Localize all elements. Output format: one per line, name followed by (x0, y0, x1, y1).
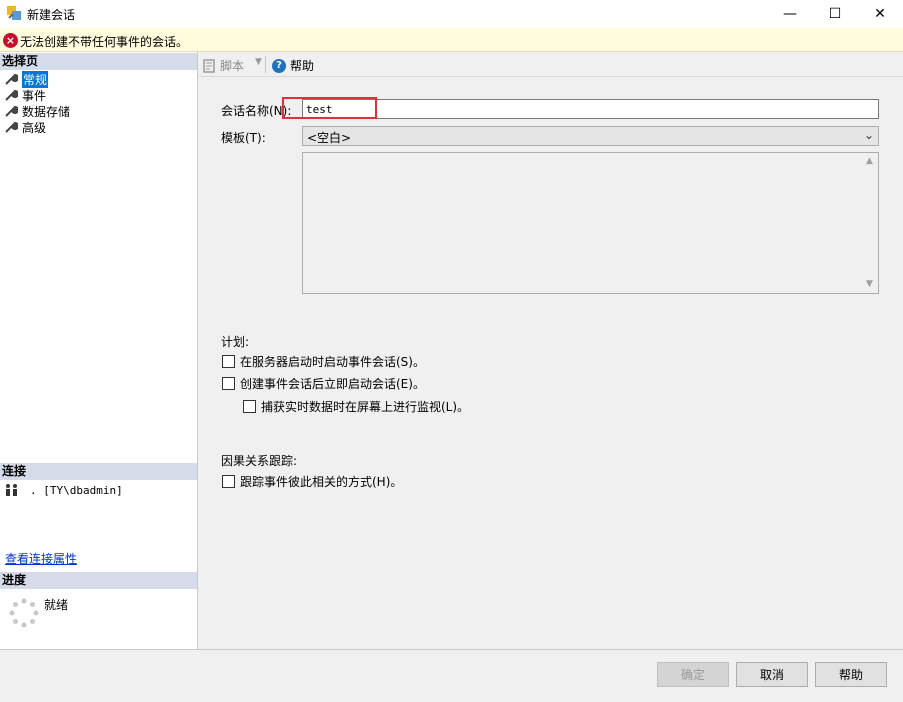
scroll-up-icon[interactable]: ▲ (861, 153, 878, 170)
progress-status: 就绪 (44, 598, 69, 612)
connection-header: 连接 (0, 463, 197, 480)
help-button[interactable]: 帮助 (815, 662, 887, 687)
template-value: <空白> (307, 131, 352, 145)
schedule-label: 计划: (221, 335, 250, 349)
page-item-general[interactable]: 常规 (4, 70, 49, 88)
track-causality-checkbox-row[interactable]: 跟踪事件彼此相关的方式(H)。 (222, 473, 402, 490)
minimize-button[interactable]: — (770, 0, 810, 28)
watch-live-checkbox-row[interactable]: 捕获实时数据时在屏幕上进行监视(L)。 (243, 398, 469, 415)
left-panel: 选择页 常规 事件 数据存储 高级 连接 . [TY\dbadmin] 查看连接… (0, 52, 198, 649)
progress-header: 进度 (0, 572, 197, 589)
page-item-events[interactable]: 事件 (4, 87, 46, 103)
page-label-data-storage: 数据存储 (22, 104, 71, 119)
toolbar-help-label: 帮助 (290, 59, 315, 73)
title-bar: 新建会话 — ☐ ✕ (0, 0, 903, 28)
track-causality-checkbox[interactable] (222, 475, 235, 488)
wrench-icon (5, 89, 18, 101)
toolbar: 脚本 ▼ ? 帮助 (199, 52, 903, 77)
scroll-down-icon[interactable]: ▼ (861, 276, 878, 293)
users-icon (6, 484, 17, 496)
cancel-button[interactable]: 取消 (736, 662, 808, 687)
start-on-server-checkbox[interactable] (222, 355, 235, 368)
start-after-create-label: 创建事件会话后立即启动会话(E)。 (240, 377, 425, 391)
wrench-icon (5, 121, 18, 133)
progress-spinner-icon (9, 598, 39, 628)
help-icon: ? (272, 58, 286, 73)
connection-item: . [TY\dbadmin] (4, 483, 123, 497)
error-banner: × 无法创建不带任何事件的会话。 (0, 28, 903, 52)
error-x-icon: × (3, 33, 18, 48)
select-page-header: 选择页 (0, 53, 197, 70)
wrench-icon (5, 105, 18, 117)
page-label-advanced: 高级 (22, 120, 47, 135)
wrench-icon (5, 73, 18, 85)
window-title: 新建会话 (27, 8, 76, 22)
script-button[interactable]: 脚本 (203, 57, 244, 74)
maximize-button[interactable]: ☐ (815, 0, 855, 28)
start-on-server-label: 在服务器启动时启动事件会话(S)。 (240, 355, 425, 369)
page-item-data-storage[interactable]: 数据存储 (4, 103, 70, 119)
start-after-create-checkbox-row[interactable]: 创建事件会话后立即启动会话(E)。 (222, 375, 425, 392)
page-label-events: 事件 (22, 88, 47, 103)
track-causality-label: 跟踪事件彼此相关的方式(H)。 (240, 475, 403, 489)
toolbar-separator (265, 56, 266, 73)
causality-label: 因果关系跟踪: (221, 454, 298, 468)
chevron-down-icon: ⌄ (863, 128, 874, 142)
template-description-box: ▲ ▼ (302, 152, 879, 294)
start-on-server-checkbox-row[interactable]: 在服务器启动时启动事件会话(S)。 (222, 353, 425, 370)
script-icon (203, 58, 215, 73)
error-message: 无法创建不带任何事件的会话。 (20, 35, 189, 49)
page-item-advanced[interactable]: 高级 (4, 119, 46, 135)
ok-button[interactable]: 确定 (657, 662, 729, 687)
connection-value: . [TY\dbadmin] (30, 483, 123, 497)
watch-live-label: 捕获实时数据时在屏幕上进行监视(L)。 (261, 400, 470, 414)
session-name-label: 会话名称(N): (221, 104, 292, 118)
template-select[interactable]: <空白> ⌄ (302, 126, 879, 146)
view-connection-properties-link[interactable]: 查看连接属性 (5, 550, 77, 567)
description-scrollbar[interactable]: ▲ ▼ (861, 153, 878, 293)
start-after-create-checkbox[interactable] (222, 377, 235, 390)
script-dropdown-icon[interactable]: ▼ (255, 57, 262, 67)
script-label: 脚本 (220, 59, 245, 73)
close-button[interactable]: ✕ (860, 0, 900, 28)
toolbar-help-button[interactable]: ? 帮助 (272, 57, 314, 74)
template-label: 模板(T): (221, 131, 266, 145)
watch-live-checkbox[interactable] (243, 400, 256, 413)
page-label-general: 常规 (22, 70, 49, 88)
session-name-input[interactable] (302, 99, 879, 119)
app-icon (7, 6, 21, 20)
